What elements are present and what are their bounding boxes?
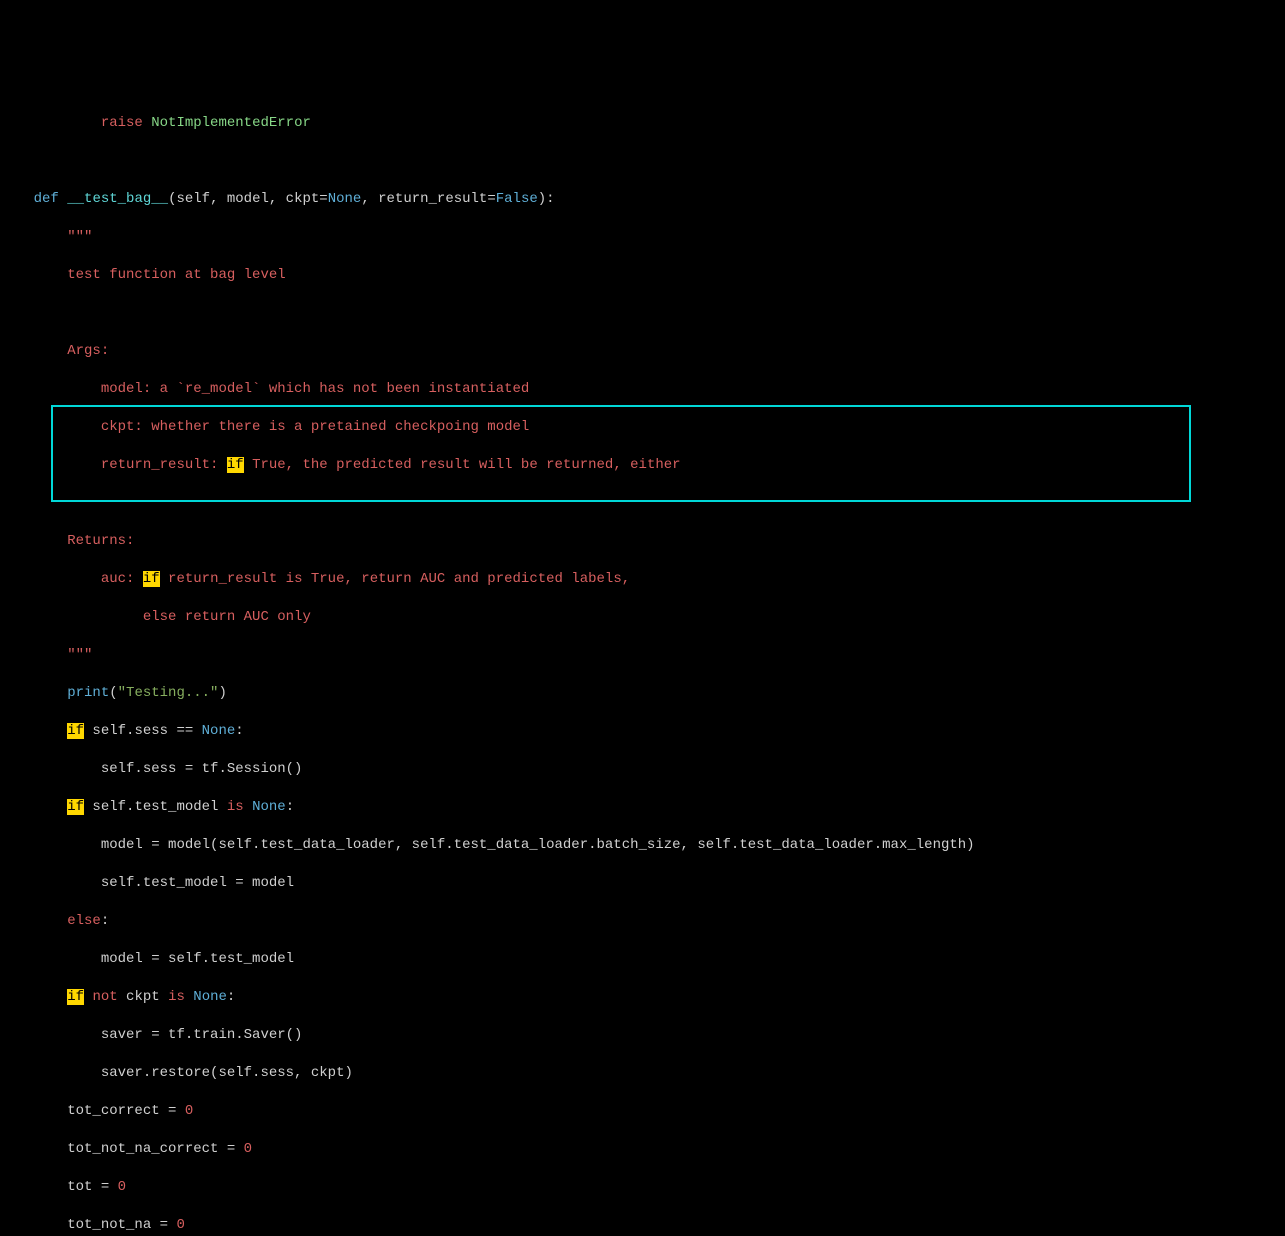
code-line: saver.restore(self.sess, ckpt) xyxy=(0,1064,1285,1083)
code-line: Args: xyxy=(0,342,1285,361)
keyword-is: is xyxy=(168,989,185,1005)
keyword-print: print xyxy=(67,685,109,701)
code-line: tot_not_na_correct = 0 xyxy=(0,1140,1285,1159)
code-line: self.sess = tf.Session() xyxy=(0,760,1285,779)
code-line xyxy=(0,152,1285,171)
keyword-if-highlighted: if xyxy=(67,723,84,739)
keyword-none: None xyxy=(202,723,236,739)
code-line: """ xyxy=(0,228,1285,247)
keyword-else: else xyxy=(67,913,101,929)
code-line: model = model(self.test_data_loader, sel… xyxy=(0,836,1285,855)
number-literal: 0 xyxy=(176,1217,184,1233)
code-line: raise NotImplementedError xyxy=(0,114,1285,133)
keyword-def: def xyxy=(34,191,59,207)
docstring: test function at bag level xyxy=(67,267,285,283)
code-line: if not ckpt is None: xyxy=(0,988,1285,1007)
function-name: __test_bag__ xyxy=(67,191,168,207)
docstring: """ xyxy=(67,229,92,245)
code-line: test function at bag level xyxy=(0,266,1285,285)
docstring: auc: xyxy=(101,571,143,587)
number-literal: 0 xyxy=(185,1103,193,1119)
number-literal: 0 xyxy=(118,1179,126,1195)
docstring: else return AUC only xyxy=(143,609,311,625)
docstring: Args: xyxy=(67,343,109,359)
code-container: raise NotImplementedError def __test_bag… xyxy=(0,95,1285,1236)
code-line: else: xyxy=(0,912,1285,931)
code-line: model = self.test_model xyxy=(0,950,1285,969)
code-line: self.test_model = model xyxy=(0,874,1285,893)
keyword-if-highlighted: if xyxy=(67,989,84,1005)
keyword-if-highlighted: if xyxy=(143,571,160,587)
keyword-false: False xyxy=(496,191,538,207)
code-line: """ xyxy=(0,646,1285,665)
code-line: tot = 0 xyxy=(0,1178,1285,1197)
keyword-not: not xyxy=(92,989,117,1005)
docstring: model: a `re_model` which has not been i… xyxy=(101,381,529,397)
code-line: saver = tf.train.Saver() xyxy=(0,1026,1285,1045)
code-line: ckpt: whether there is a pretained check… xyxy=(0,418,1285,437)
number-literal: 0 xyxy=(244,1141,252,1157)
keyword-none: None xyxy=(252,799,286,815)
keyword-raise: raise xyxy=(101,115,143,131)
docstring: return_result: xyxy=(101,457,227,473)
code-line: Returns: xyxy=(0,532,1285,551)
string-literal: "Testing..." xyxy=(118,685,219,701)
docstring: return_result is True, return AUC and pr… xyxy=(160,571,630,587)
keyword-is: is xyxy=(227,799,244,815)
keyword-if-highlighted: if xyxy=(227,457,244,473)
keyword-if-highlighted: if xyxy=(67,799,84,815)
code-line: auc: if return_result is True, return AU… xyxy=(0,570,1285,589)
code-line xyxy=(0,494,1285,513)
docstring: Returns: xyxy=(67,533,134,549)
docstring: ckpt: whether there is a pretained check… xyxy=(101,419,529,435)
exception-name: NotImplementedError xyxy=(151,115,311,131)
docstring: """ xyxy=(67,647,92,663)
code-line: model: a `re_model` which has not been i… xyxy=(0,380,1285,399)
code-line: def __test_bag__(self, model, ckpt=None,… xyxy=(0,190,1285,209)
code-line: if self.sess == None: xyxy=(0,722,1285,741)
code-line: tot_not_na = 0 xyxy=(0,1216,1285,1235)
indent xyxy=(0,115,101,131)
code-line xyxy=(0,304,1285,323)
keyword-none: None xyxy=(328,191,362,207)
code-line: return_result: if True, the predicted re… xyxy=(0,456,1285,475)
code-line: print("Testing...") xyxy=(0,684,1285,703)
code-line: tot_correct = 0 xyxy=(0,1102,1285,1121)
keyword-none: None xyxy=(193,989,227,1005)
docstring: True, the predicted result will be retur… xyxy=(244,457,681,473)
code-line: if self.test_model is None: xyxy=(0,798,1285,817)
code-editor[interactable]: raise NotImplementedError def __test_bag… xyxy=(0,76,1285,1236)
